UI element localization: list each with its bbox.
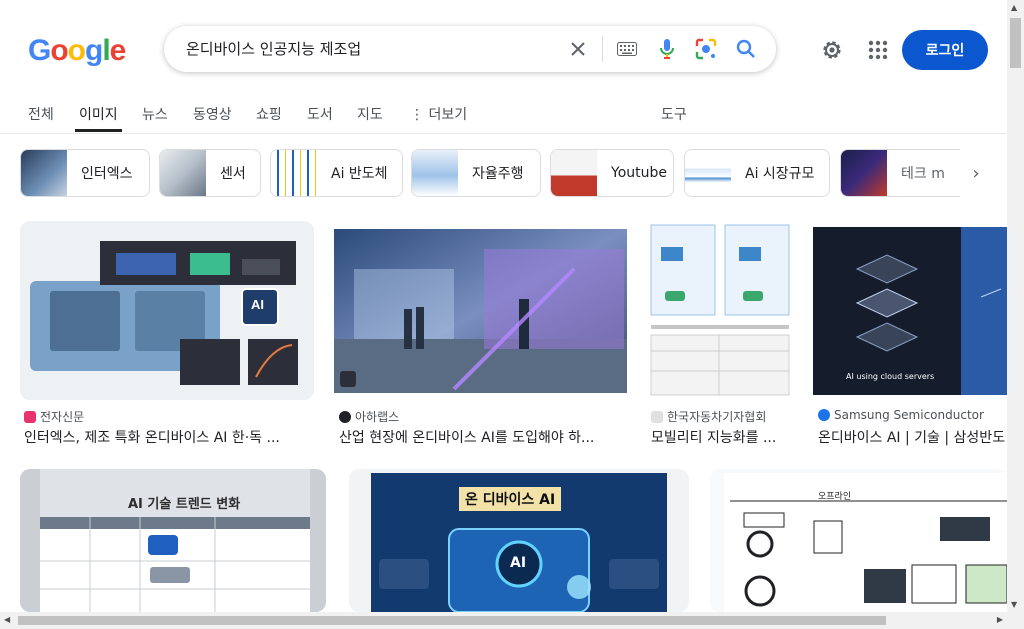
chevron-right-icon[interactable]: ›: [964, 161, 988, 185]
chip-thumbnail: [412, 150, 458, 196]
login-button[interactable]: 로그인: [902, 30, 988, 70]
source-favicon-icon: [818, 409, 830, 421]
logo-letter: o: [50, 34, 68, 67]
tab-more-label: 더보기: [428, 107, 468, 123]
search-tabs: 전체 이미지 뉴스 동영상 쇼핑 도서 지도 ⋮ 더보기 도구: [0, 96, 1006, 134]
google-logo[interactable]: Google: [28, 34, 127, 68]
tab-shopping[interactable]: 쇼핑: [256, 104, 282, 124]
tab-all[interactable]: 전체: [28, 104, 54, 124]
source-name: 아하랩스: [355, 410, 400, 424]
tab-news[interactable]: 뉴스: [142, 104, 168, 124]
chip-label: Ai 시장규모: [745, 166, 815, 182]
chip-thumbnail: [160, 150, 206, 196]
chip-label: Youtube: [611, 165, 667, 181]
cloud-caption: AI using cloud servers: [846, 372, 935, 381]
result-source[interactable]: 아하랩스: [339, 408, 399, 425]
diagram-title: 오프라인: [818, 492, 852, 502]
google-lens-icon[interactable]: [694, 37, 718, 61]
result-image[interactable]: AI: [20, 221, 314, 400]
tab-images[interactable]: 이미지: [75, 104, 122, 132]
chip-sensor[interactable]: 센서: [159, 149, 261, 197]
result-image[interactable]: [334, 229, 627, 393]
chip-youtube[interactable]: Youtube: [550, 149, 674, 197]
chip-tech-m[interactable]: 테크 m: [840, 149, 960, 197]
result-image[interactable]: AI using cloud servers: [813, 227, 1007, 395]
ondevice-title: 온 디바이스 AI: [459, 487, 562, 511]
result-source[interactable]: Samsung Semiconductor: [818, 408, 984, 422]
search-box[interactable]: 온디바이스 인공지능 제조업: [164, 26, 776, 72]
chip-interx[interactable]: 인터엑스: [20, 149, 150, 197]
source-favicon-icon: [339, 410, 351, 423]
logo-letter: g: [85, 34, 103, 67]
result-title[interactable]: 모빌리티 지능화를 ...: [651, 427, 793, 447]
tab-more[interactable]: ⋮ 더보기: [410, 104, 467, 124]
ai-chip-text: AI: [510, 555, 527, 571]
result-title[interactable]: 온디바이스 AI | 기술 | 삼성반도: [818, 427, 1007, 447]
vertical-scrollbar[interactable]: ▲ ▼: [1007, 0, 1024, 629]
chip-ai-market-size[interactable]: Ai 시장규모: [684, 149, 830, 197]
chip-label: 자율주행: [472, 166, 524, 182]
source-favicon-icon: [24, 410, 36, 423]
source-name: Samsung Semiconductor: [834, 408, 984, 422]
chip-autonomous-driving[interactable]: 자율주행: [411, 149, 541, 197]
result-source[interactable]: 전자신문: [24, 408, 84, 425]
scroll-right-arrow-icon[interactable]: ▶: [997, 615, 1003, 624]
chip-label: 테크 m: [901, 166, 945, 182]
chip-thumbnail: [551, 150, 597, 196]
chip-thumbnail: [841, 150, 887, 196]
divider: [602, 36, 603, 62]
scrollbar-thumb[interactable]: [18, 616, 886, 625]
chip-label: 센서: [220, 166, 246, 182]
scrollbar-thumb[interactable]: [1010, 18, 1021, 68]
chip-thumbnail: [21, 150, 67, 196]
search-input[interactable]: 온디바이스 인공지능 제조업: [186, 38, 361, 59]
search-icon[interactable]: [734, 37, 758, 61]
chip-thumbnail: [685, 150, 731, 196]
source-name: 전자신문: [40, 410, 85, 424]
related-search-chips: 인터엑스 센서 Ai 반도체 자율주행 Youtube Ai 시장규모 테크 m: [20, 149, 960, 197]
clear-icon[interactable]: [566, 37, 590, 61]
scroll-left-arrow-icon[interactable]: ◀: [4, 615, 10, 624]
result-image[interactable]: AI 기술 트렌드 변화: [20, 469, 326, 612]
logo-letter: l: [102, 34, 110, 67]
tab-maps[interactable]: 지도: [357, 104, 383, 124]
tools-button[interactable]: 도구: [661, 104, 687, 124]
chip-label: Ai 반도체: [331, 166, 388, 182]
scroll-down-arrow-icon[interactable]: ▼: [1011, 600, 1017, 609]
microphone-icon[interactable]: [655, 37, 679, 61]
chip-thumbnail: [271, 150, 317, 196]
settings-gear-icon[interactable]: [820, 38, 844, 62]
result-title[interactable]: 인터엑스, 제조 특화 온디바이스 AI 한·독 ...: [24, 427, 314, 447]
logo-letter: o: [67, 34, 86, 67]
scroll-up-arrow-icon[interactable]: ▲: [1011, 3, 1017, 12]
logo-letter: G: [28, 34, 51, 67]
google-apps-icon[interactable]: [866, 38, 890, 62]
chip-ai-semiconductor[interactable]: Ai 반도체: [270, 149, 403, 197]
keyboard-icon[interactable]: [615, 37, 639, 61]
result-title[interactable]: 산업 현장에 온디바이스 AI를 도입해야 하...: [339, 427, 629, 447]
result-image[interactable]: 온 디바이스 AI AI: [349, 469, 689, 612]
result-image[interactable]: 오프라인: [710, 469, 1007, 612]
tab-books[interactable]: 도서: [307, 104, 333, 124]
result-source[interactable]: 한국자동차기자협회: [651, 408, 766, 425]
chip-label: 인터엑스: [81, 166, 133, 182]
result-image[interactable]: [647, 221, 793, 400]
trend-title: AI 기술 트렌드 변화: [128, 497, 241, 512]
more-vert-icon: ⋮: [410, 107, 424, 123]
source-name: 한국자동차기자협회: [667, 410, 767, 424]
tab-videos[interactable]: 동영상: [193, 104, 232, 124]
horizontal-scrollbar[interactable]: ◀ ▶: [0, 612, 1007, 629]
logo-letter: e: [109, 34, 127, 67]
ai-badge-text: AI: [251, 297, 264, 312]
source-favicon-icon: [651, 410, 663, 423]
